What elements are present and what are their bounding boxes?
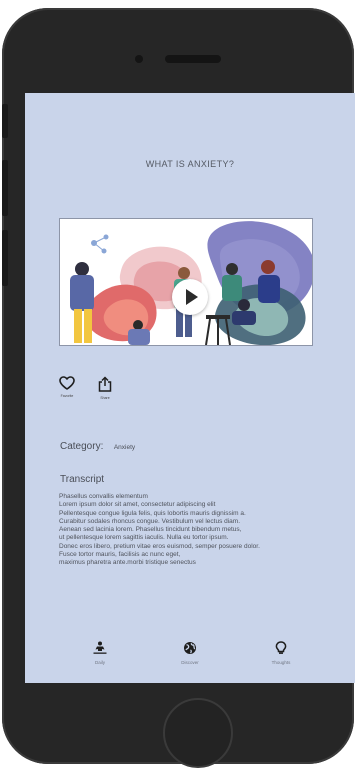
home-button[interactable]	[163, 698, 233, 768]
transcript-line: maximus pharetra ante.morbi tristique se…	[59, 559, 196, 567]
share-button[interactable]: Share	[93, 376, 117, 400]
globe-icon	[184, 642, 196, 654]
share-icon	[98, 376, 112, 392]
meditation-icon	[93, 641, 107, 654]
tab-thoughts-label: Thoughts	[271, 660, 291, 665]
video-player[interactable]	[59, 218, 313, 346]
transcript-line: Curabitur sodales rhoncus congue. Vestib…	[59, 517, 241, 525]
category-row: Category: Anxiety	[60, 436, 135, 454]
transcript-line: Pellentesque congue ligula felis, quis l…	[59, 509, 246, 517]
volume-down-button	[2, 230, 8, 286]
lightbulb-icon	[275, 641, 287, 654]
front-camera	[135, 55, 143, 63]
transcript-heading: Transcript	[60, 474, 105, 485]
favorite-button[interactable]: Favorite	[55, 376, 79, 398]
transcript-line: Fusce tortor mauris, facilisis ac nunc e…	[59, 551, 181, 559]
volume-up-button	[2, 160, 8, 216]
favorite-label: Favorite	[60, 394, 74, 398]
transcript-line: Donec eros libero, pretium vitae eros eu…	[59, 542, 260, 550]
category-value[interactable]: Anxiety	[114, 444, 135, 451]
transcript-line: Aenean sed lacinia lorem. Phasellus tinc…	[59, 526, 242, 534]
tab-discover[interactable]: Discover	[160, 641, 220, 665]
tab-daily[interactable]: Daily	[70, 641, 130, 665]
tab-discover-label: Discover	[181, 660, 199, 665]
bottom-tab-bar: Daily Discover Thoughts	[25, 641, 355, 677]
transcript-line: Phasellus convallis elementum	[59, 493, 148, 500]
tab-daily-label: Daily	[94, 660, 105, 665]
share-label: Share	[100, 396, 110, 400]
earpiece-speaker	[165, 55, 221, 63]
app-screen: WHAT IS ANXIETY? Favorite Share Category…	[25, 93, 355, 683]
play-icon[interactable]	[172, 279, 208, 315]
transcript-line: ut pellentesque lorem sagittis iaculis. …	[59, 534, 229, 542]
category-label: Category:	[60, 441, 104, 452]
mute-switch	[2, 104, 8, 138]
transcript-body: Phasellus convallis elementum Lorem ipsu…	[59, 493, 353, 568]
heart-icon	[59, 376, 75, 390]
transcript-line: Lorem ipsum dolor sit amet, consectetur …	[59, 501, 216, 509]
page-title: WHAT IS ANXIETY?	[145, 159, 235, 169]
tab-thoughts[interactable]: Thoughts	[251, 641, 311, 665]
